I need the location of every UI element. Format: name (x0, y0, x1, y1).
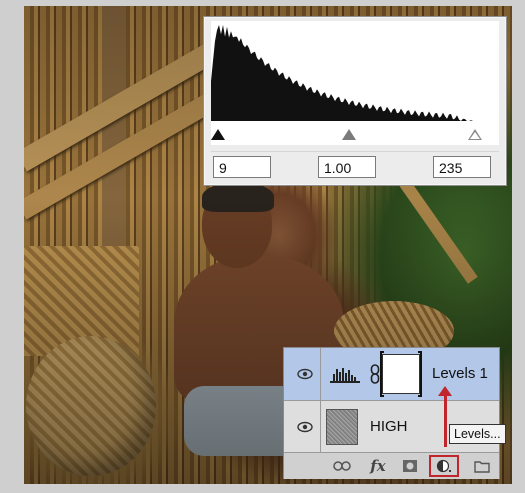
annotation-arrow-head (438, 386, 452, 396)
link-layers-icon[interactable] (332, 457, 352, 475)
levels-adjustment-icon (330, 368, 360, 383)
layer-name-levels[interactable]: Levels 1 (432, 365, 488, 382)
white-input-field[interactable]: 235 (433, 156, 491, 178)
chain-link-icon[interactable] (370, 364, 380, 384)
new-group-folder-icon[interactable] (472, 457, 492, 475)
mask-bracket (418, 351, 422, 397)
annotation-arrow (444, 391, 447, 447)
white-point-slider[interactable] (468, 129, 482, 140)
histogram-graph (211, 25, 499, 121)
eye-visibility-icon[interactable] (296, 365, 314, 383)
layer-row-levels[interactable]: Levels 1 (284, 348, 499, 400)
histogram-shape (211, 25, 499, 121)
histogram (211, 21, 499, 145)
fx-icon[interactable]: fx (368, 457, 388, 475)
add-mask-icon[interactable] (400, 457, 420, 475)
tooltip: Levels... (449, 424, 506, 444)
levels-properties-panel: 9 1.00 235 (203, 16, 507, 186)
layer-name-high[interactable]: HIGH (370, 418, 408, 435)
new-adjustment-layer-icon[interactable] (429, 455, 459, 477)
layer-thumbnail[interactable] (326, 409, 358, 445)
gamma-input-field[interactable]: 1.00 (318, 156, 376, 178)
divider (320, 401, 321, 453)
eye-visibility-icon[interactable] (296, 418, 314, 436)
layers-toolbar: fx (284, 452, 499, 479)
gamma-slider[interactable] (342, 129, 356, 140)
window-frame: 9 1.00 235 Levels 1 HIGH fx Levels... (0, 0, 525, 493)
divider (320, 348, 321, 400)
divider (211, 151, 499, 152)
layer-mask-thumbnail[interactable] (382, 354, 420, 394)
layers-panel: Levels 1 HIGH fx (283, 347, 500, 479)
black-input-field[interactable]: 9 (213, 156, 271, 178)
black-point-slider[interactable] (211, 129, 225, 140)
